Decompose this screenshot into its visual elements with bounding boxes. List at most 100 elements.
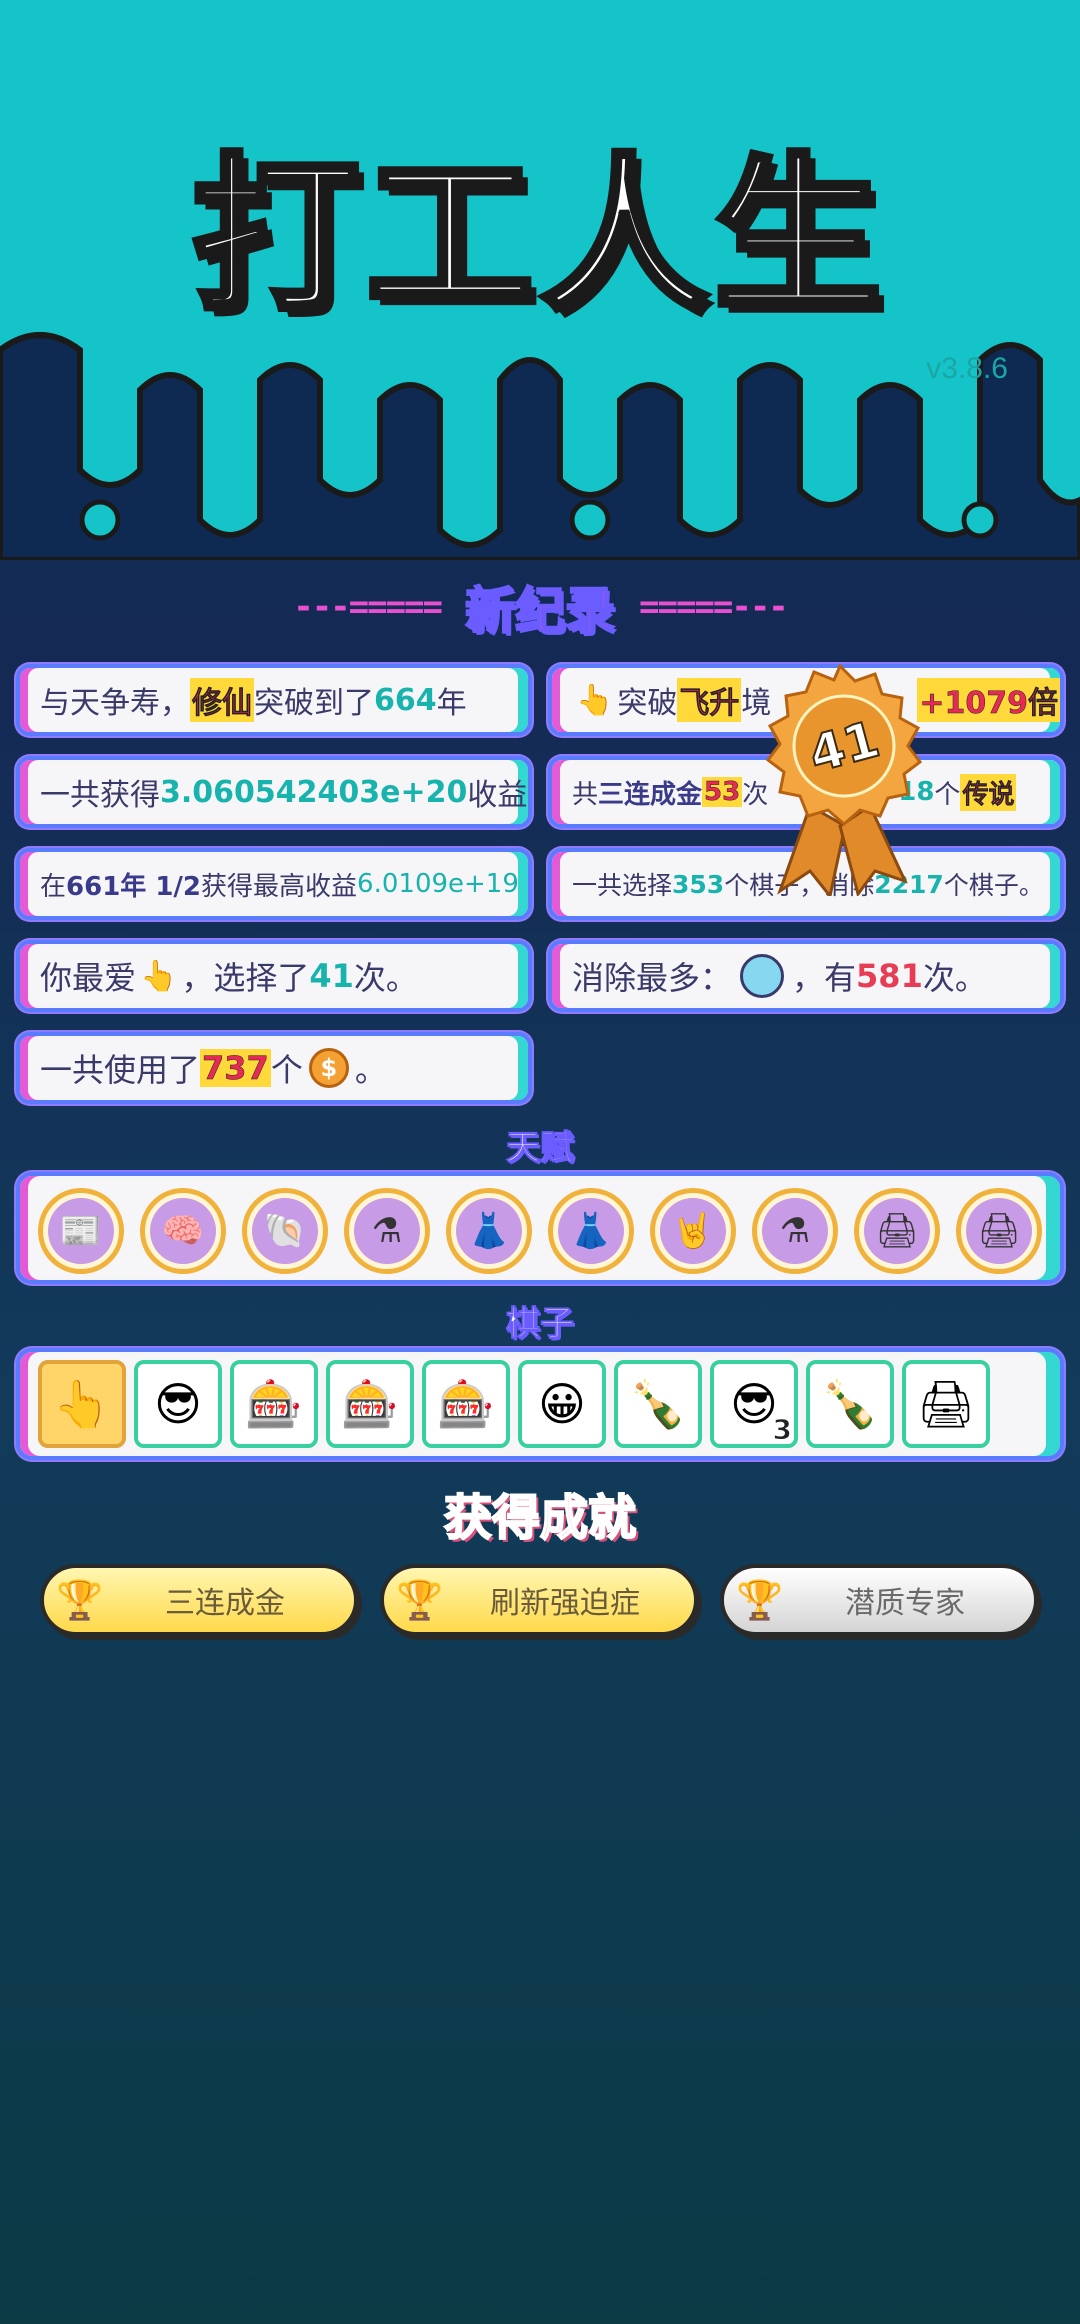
stat-text: 。 <box>354 1051 387 1089</box>
achievement-badge[interactable]: 🏆 潜质专家 <box>720 1564 1038 1636</box>
hand-pointer-icon: 👆 <box>576 682 614 718</box>
stat-text: 在 <box>40 871 67 902</box>
stat-card-most-removed: 消除最多： ，有 581 次。 <box>548 940 1064 1012</box>
stat-text: 个 <box>270 1051 303 1089</box>
stat-text: 个棋子。 <box>943 871 1044 900</box>
green-cap-guy-icon[interactable]: 😎 <box>134 1360 222 1448</box>
stat-card-longevity: 与天争寿， 修仙 突破到了 664 年 <box>16 664 532 736</box>
stat-highlight: 修仙 <box>190 678 254 722</box>
rice-bowl-icon <box>740 954 785 998</box>
bald-guy-icon[interactable]: 😀 <box>518 1360 606 1448</box>
new-record-banner: ---===== 新纪录 =====--- <box>0 572 1080 642</box>
green-cap-guy-icon-glyph: 😎 <box>154 1377 202 1431</box>
potion-icon-glyph: ⚗ <box>762 1198 828 1264</box>
shell-icon[interactable]: 🐚 <box>242 1188 328 1274</box>
achievement-label: 三连成金 <box>165 1586 285 1621</box>
stat-text: 收益 <box>467 778 528 813</box>
skirt-icon[interactable]: 👗 <box>548 1188 634 1274</box>
potion-icon-glyph: ⚗ <box>354 1198 420 1264</box>
stat-card-best-income: 在 661年 1/2 获得最高收益 6.0109e+19 <box>16 848 532 920</box>
stat-text: ，选择了 <box>181 959 310 997</box>
claw-machine-icon-glyph: 🎰 <box>437 1376 495 1431</box>
achievement-badge[interactable]: 🏆 三连成金 <box>40 1564 358 1636</box>
bald-guy-icon-glyph: 😀 <box>538 1377 586 1431</box>
stat-value: 53 <box>702 777 743 807</box>
new-record-title: 新纪录 <box>464 581 616 641</box>
trophy-icon: 🏆 <box>736 1577 784 1622</box>
trophy-icon: 🏆 <box>56 1577 104 1622</box>
time-magazine-icon[interactable]: 📰 <box>38 1188 124 1274</box>
legend-tag: 传说 <box>960 773 1017 811</box>
stat-value: 353 <box>672 869 725 899</box>
printer-warning-icon-glyph: 🖨 <box>966 1198 1032 1264</box>
hand-pointer-icon[interactable]: 👆 <box>38 1360 126 1448</box>
shell-icon-glyph: 🐚 <box>252 1198 318 1264</box>
stat-text: ，有 <box>792 959 857 997</box>
green-cap-guy-icon-glyph: 😎 <box>730 1377 778 1431</box>
stat-text: 突破到了 <box>254 686 374 721</box>
stat-text: 次。 <box>922 959 987 997</box>
green-cap-guy-icon[interactable]: 😎 3 <box>710 1360 798 1448</box>
stat-text: 一共获得 <box>40 778 160 813</box>
hand-pointer-icon: 👆 <box>140 958 178 994</box>
stat-card-favorite: 你最爱 👆 ，选择了 41 次。 <box>16 940 532 1012</box>
claw-machine-icon[interactable]: 🎰 <box>422 1360 510 1448</box>
claw-machine-icon-glyph: 🎰 <box>245 1376 303 1431</box>
stat-text: 一共选择 <box>572 871 673 900</box>
stat-text: 消除最多： <box>572 959 733 997</box>
achievement-badge[interactable]: 🏆 刷新强迫症 <box>380 1564 698 1636</box>
potion-icon[interactable]: ⚗ <box>344 1188 430 1274</box>
rock-hand-icon[interactable]: 🤘 <box>650 1188 736 1274</box>
game-title: 打工人生 <box>189 135 888 337</box>
coin-icon: $ <box>308 1048 349 1088</box>
talents-strip: 📰 🧠 🐚 ⚗ 👗 👗 🤘 ⚗ 🖨 🖨 <box>16 1172 1064 1284</box>
skirt-icon-glyph: 👗 <box>456 1198 522 1264</box>
printer-icon[interactable]: 🖨 <box>902 1360 990 1448</box>
pieces-label: 棋子 <box>506 1304 575 1345</box>
stat-value: 581 <box>856 957 923 995</box>
version-label: v3.8.6 <box>926 352 1008 385</box>
stat-text: 你最爱 <box>40 959 137 997</box>
printer-icon-glyph: 🖨 <box>916 1376 976 1431</box>
achievements-title: 获得成就 <box>443 1489 637 1547</box>
stat-value: 3.060542403e+20 <box>160 774 468 810</box>
banner-right-deco: =====--- <box>639 587 789 627</box>
stat-text: 年 <box>436 686 467 721</box>
green-bottle-icon[interactable]: 🍾 <box>806 1360 894 1448</box>
stat-highlight: 飞升 <box>677 678 742 722</box>
rock-hand-icon-glyph: 🤘 <box>660 1198 726 1264</box>
piece-count: 3 <box>772 1413 793 1447</box>
trophy-icon: 🏆 <box>396 1577 444 1622</box>
potion-icon[interactable]: ⚗ <box>752 1188 838 1274</box>
printer-warning-icon[interactable]: 🖨 <box>854 1188 940 1274</box>
skirt-icon-glyph: 👗 <box>558 1198 624 1264</box>
stat-card-coins-used: 一共使用了 737 个 $。 <box>16 1032 532 1104</box>
stat-card-total-income: 一共获得 3.060542403e+20 收益 <box>16 756 532 828</box>
hand-pointer-icon-glyph: 👆 <box>53 1376 111 1431</box>
stat-value: 661年 1/2 <box>66 871 202 902</box>
talents-label: 天赋 <box>506 1128 575 1169</box>
brain-icon[interactable]: 🧠 <box>140 1188 226 1274</box>
stat-text: 一共使用了 <box>40 1051 201 1089</box>
stat-value: 737 <box>200 1049 271 1087</box>
stat-text: 次。 <box>353 959 418 997</box>
time-magazine-icon-glyph: 📰 <box>48 1198 114 1264</box>
claw-machine-icon-glyph: 🎰 <box>341 1376 399 1431</box>
stat-value: 664 <box>374 682 437 718</box>
brain-icon-glyph: 🧠 <box>150 1198 216 1264</box>
claw-machine-icon[interactable]: 🎰 <box>326 1360 414 1448</box>
green-bottle-icon[interactable]: 🍾 <box>614 1360 702 1448</box>
banner-left-deco: ---===== <box>293 587 443 627</box>
printer-warning-icon[interactable]: 🖨 <box>956 1188 1042 1274</box>
claw-machine-icon[interactable]: 🎰 <box>230 1360 318 1448</box>
stat-text: 突破 <box>617 686 678 721</box>
stat-text: 获得最高收益 <box>201 871 358 902</box>
achievement-label: 潜质专家 <box>845 1586 965 1621</box>
stat-value: 41 <box>309 957 354 995</box>
medal-badge: 41 <box>765 663 923 896</box>
achievement-label: 刷新强迫症 <box>490 1586 640 1621</box>
skirt-icon[interactable]: 👗 <box>446 1188 532 1274</box>
pieces-strip: 👆 😎 🎰 🎰 🎰 😀 🍾 😎 3 🍾 🖨 <box>16 1348 1064 1460</box>
stat-highlight: 三连成金 <box>598 779 703 810</box>
stat-text: 共 <box>572 779 599 810</box>
